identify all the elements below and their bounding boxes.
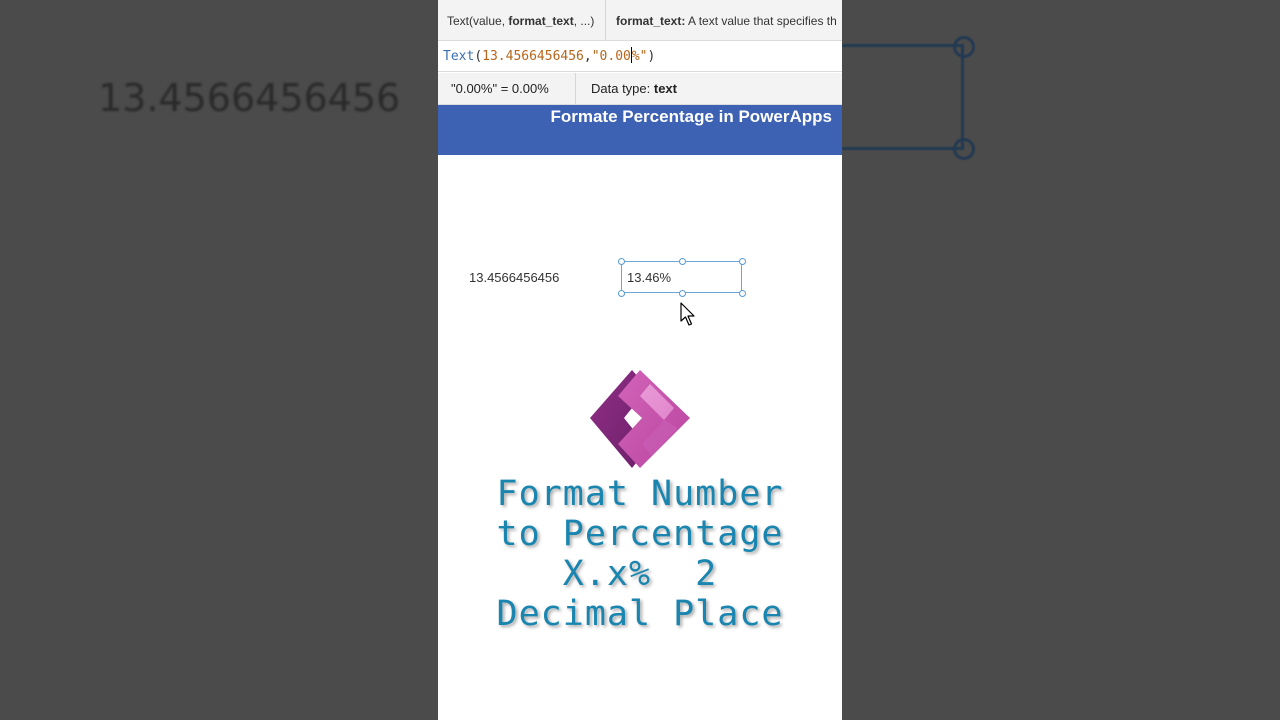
resize-handle[interactable]: [679, 290, 686, 297]
powerapps-logo-icon: [590, 370, 690, 468]
formula-result-bar: "0.00%" = 0.00% Data type: text: [438, 73, 842, 105]
formula-function: Text: [443, 49, 475, 64]
number-label[interactable]: 13.4566456456: [469, 270, 559, 285]
background-number-echo: 13.4566456456: [98, 76, 401, 120]
formula-number-arg: 13.4566456456: [482, 49, 584, 64]
resize-handle[interactable]: [618, 258, 625, 265]
result-data-type: Data type: text: [591, 81, 677, 96]
resize-handle[interactable]: [739, 290, 746, 297]
parameter-description: format_text: A text value that specifies…: [616, 14, 837, 28]
result-evaluation: "0.00%" = 0.00%: [438, 73, 576, 104]
mouse-pointer-icon: [680, 302, 695, 326]
formula-input[interactable]: Text(13.4566456456,"0.00%"): [438, 41, 842, 72]
caption-line: Decimal Place: [496, 594, 784, 634]
formula-format-arg: "0.00: [591, 49, 631, 64]
background-handle-echo: [953, 138, 975, 160]
resize-handle[interactable]: [679, 258, 686, 265]
app-title: Formate Percentage in PowerApps: [550, 107, 832, 126]
function-signature[interactable]: Text(value, format_text, ...): [438, 0, 606, 40]
resize-handle[interactable]: [739, 258, 746, 265]
video-caption: Format Number to Percentage X.x% 2 Decim…: [438, 474, 842, 634]
app-header: Formate Percentage in PowerApps: [438, 105, 842, 155]
resize-handle[interactable]: [618, 290, 625, 297]
caption-line: to Percentage: [496, 514, 784, 554]
powerapps-editor-panel: Text(value, format_text, ...) format_tex…: [438, 0, 842, 720]
intellisense-bar: Text(value, format_text, ...) format_tex…: [438, 0, 842, 41]
background-handle-echo: [953, 36, 975, 58]
percentage-label-selected[interactable]: 13.46%: [621, 261, 742, 293]
caption-line: X.x% 2: [562, 554, 718, 594]
caption-line: Format Number: [496, 474, 784, 514]
background-frame-echo: [842, 44, 964, 150]
